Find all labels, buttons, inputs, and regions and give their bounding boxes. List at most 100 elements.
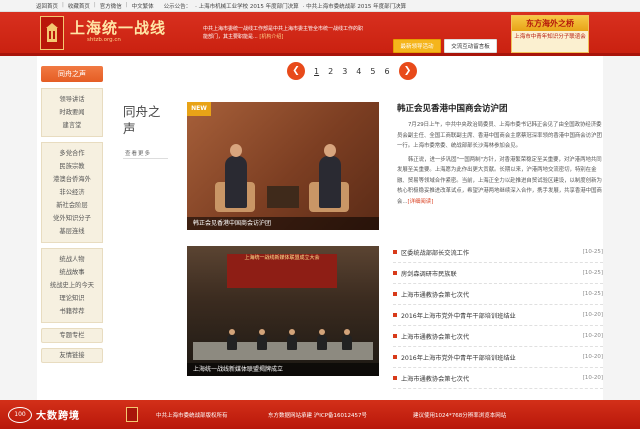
photo-caption[interactable]: 韩正会见香港中国商会访沪团: [187, 217, 379, 230]
nav-item[interactable]: 领导讲话: [42, 93, 102, 106]
list-item[interactable]: 上海市通教协会第七次代 [10-25]: [393, 284, 603, 305]
read-more-link[interactable]: [详细阅读]: [408, 199, 434, 205]
list-item[interactable]: 上海市通教协会第七次代 [10-20]: [393, 368, 603, 389]
nav-item[interactable]: 港澳台侨海外: [42, 173, 102, 186]
news-date: [10-25]: [582, 270, 603, 276]
news-list: 区委统战部部长交流工作 [10-25] 房剑森调研市民族联 [10-25] 上海…: [393, 242, 603, 389]
list-item[interactable]: 房剑森调研市民族联 [10-25]: [393, 263, 603, 284]
header-description: 中共上海市委统一战线工作部是中共上海市委主管全市统一战线工作的职能部门，其主要职…: [203, 25, 365, 41]
list-item[interactable]: 区委统战部部长交流工作 [10-25]: [393, 242, 603, 263]
nav-item[interactable]: 时政要闻: [42, 106, 102, 119]
nav-item[interactable]: 建言堂: [42, 119, 102, 132]
logo-emblem-icon[interactable]: [40, 16, 64, 50]
nav-item[interactable]: 新社会阶层: [42, 199, 102, 212]
news-title[interactable]: 房剑森调研市民族联: [393, 269, 457, 278]
attendee-image: [227, 329, 237, 350]
attendee-image: [342, 329, 352, 350]
person-image: [225, 144, 247, 208]
news-title[interactable]: 上海市通教协会第七次代: [393, 374, 469, 383]
news-date: [10-25]: [582, 249, 603, 255]
footer-icp[interactable]: 东方数据网站承建 沪ICP备16012457号: [268, 411, 367, 419]
page-body: ❮ 1 2 3 4 5 6 ❯ 同舟之声 领导讲话 时政要闻 建言堂 多党合作 …: [0, 56, 640, 400]
photo-caption[interactable]: 上海统一战线新媒体联盟揭牌成立: [187, 363, 379, 376]
site-url: shtzb.org.cn: [87, 37, 121, 43]
site-header: 上海统一战线 shtzb.org.cn 中共上海市委统一战线工作部是中共上海市委…: [0, 12, 640, 56]
leader-activity-button[interactable]: 最新领导活动: [393, 39, 441, 53]
news-date: [10-20]: [582, 312, 603, 318]
next-page-icon[interactable]: ❯: [398, 62, 417, 80]
banner-text: 上海统一战线新媒体联盟成立大会: [244, 255, 320, 261]
pagination: ❮ 1 2 3 4 5 6 ❯: [287, 62, 417, 80]
page-number[interactable]: 3: [342, 67, 347, 76]
article-title[interactable]: 韩正会见香港中国商会访沪团: [397, 102, 602, 114]
page-number[interactable]: 4: [356, 67, 361, 76]
traditional-chinese-link[interactable]: 中文繁体: [132, 2, 154, 10]
news-title[interactable]: 2016年上海市党外中青年干部培训班结业: [393, 353, 516, 362]
watermark-logo-icon: 100: [8, 406, 32, 423]
content-wrapper: ❮ 1 2 3 4 5 6 ❯ 同舟之声 领导讲话 时政要闻 建言堂 多党合作 …: [37, 56, 603, 400]
promo-subtitle: 上海市中青年知识分子联谊会: [514, 34, 586, 40]
section-title: 同舟之声: [123, 104, 161, 136]
news-title[interactable]: 上海市通教协会第七次代: [393, 332, 469, 341]
left-navigation: 同舟之声 领导讲话 时政要闻 建言堂 多党合作 民族宗教 港澳台侨海外 非公经济…: [41, 66, 103, 368]
nav-current-section[interactable]: 同舟之声: [41, 66, 103, 82]
page-number[interactable]: 1: [314, 67, 319, 76]
nav-item[interactable]: 党外知识分子: [42, 212, 102, 225]
nav-item[interactable]: 多党合作: [42, 147, 102, 160]
event-photo[interactable]: 上海统一战线新媒体联盟成立大会 上海统一战线新媒体联盟揭牌成立: [187, 246, 379, 376]
promo-title: 东方海外之桥: [512, 16, 588, 31]
promo-banner[interactable]: 东方海外之桥 上海市中青年知识分子联谊会: [511, 15, 589, 53]
attendee-image: [257, 329, 267, 350]
side-table-image: [267, 186, 299, 208]
notice-ticker: 公示公告： · 上海市机械工业学校 2015 年度部门决算 · 中共上海市委统战…: [164, 2, 407, 10]
org-intro-link[interactable]: [机构介绍]: [259, 34, 283, 40]
nav-item[interactable]: 基层连线: [42, 225, 102, 238]
utility-links: 返回首页 | 收藏首页 | 官方微信 | 中文繁体: [36, 1, 154, 10]
nav-item[interactable]: 非公经济: [42, 186, 102, 199]
nav-special-topics[interactable]: 专题专栏: [41, 328, 103, 343]
watermark: 100 大数跨境: [0, 400, 80, 429]
person-image: [319, 144, 341, 208]
news-date: [10-25]: [582, 291, 603, 297]
nav-item[interactable]: 民族宗教: [42, 160, 102, 173]
footer-copyright: 中共上海市委统战部版权所有: [156, 413, 228, 419]
news-date: [10-20]: [582, 354, 603, 360]
notice-label: 公示公告：: [163, 3, 192, 10]
list-item[interactable]: 2016年上海市党外中青年干部培训班结业 [10-20]: [393, 305, 603, 326]
nav-item[interactable]: 理论知识: [42, 292, 102, 305]
notice-item[interactable]: · 中共上海市委统战部 2015 年度部门决算: [303, 2, 407, 10]
message-board-button[interactable]: 交流互动留言板: [444, 39, 497, 53]
notice-item[interactable]: · 上海市机械工业学校 2015 年度部门决算: [195, 2, 299, 10]
nav-group: 多党合作 民族宗教 港澳台侨海外 非公经济 新社会阶层 党外知识分子 基层连线: [41, 142, 103, 243]
home-link[interactable]: 返回首页: [36, 2, 58, 10]
news-title[interactable]: 上海市通教协会第七次代: [393, 290, 469, 299]
nav-item[interactable]: 统战史上的今天: [42, 279, 102, 292]
featured-photo[interactable]: NEW 韩正会见香港中国商会访沪团: [187, 102, 379, 230]
article-paragraph: 韩正说，进一步巩固"一国两制"方针，对香港繁荣稳定至关重要，对沪港两地共同发展至…: [397, 155, 602, 208]
page-number[interactable]: 5: [370, 67, 375, 76]
list-item[interactable]: 2016年上海市党外中青年干部培训班结业 [10-20]: [393, 347, 603, 368]
wechat-link[interactable]: 官方微信: [100, 2, 122, 10]
footer-emblem-icon: [126, 407, 138, 422]
news-title[interactable]: 区委统战部部长交流工作: [393, 248, 469, 257]
bookmark-link[interactable]: 收藏首页: [68, 2, 90, 10]
nav-item[interactable]: 统战人物: [42, 253, 102, 266]
article-paragraph-text: 韩正说，进一步巩固"一国两制"方针，对香港繁荣稳定至关重要，对沪港两地共同发展至…: [397, 156, 602, 205]
nav-friend-links[interactable]: 友情链接: [41, 348, 103, 363]
nav-item[interactable]: 书籍荐荐: [42, 305, 102, 318]
watermark-text: 大数跨境: [36, 411, 80, 422]
list-item[interactable]: 上海市通教协会第七次代 [10-20]: [393, 326, 603, 347]
news-title[interactable]: 2016年上海市党外中青年干部培训班结业: [393, 311, 516, 320]
lead-article: 韩正会见香港中国商会访沪团 7月29日上午，中共中央政治局委员、上海市委书记韩正…: [397, 102, 602, 210]
attendee-image: [317, 329, 327, 350]
site-title[interactable]: 上海统一战线: [70, 17, 166, 38]
page-number[interactable]: 6: [384, 67, 389, 76]
news-date: [10-20]: [582, 375, 603, 381]
top-utility-bar: 返回首页 | 收藏首页 | 官方微信 | 中文繁体 公示公告： · 上海市机械工业学校…: [0, 0, 640, 12]
prev-page-icon[interactable]: ❮: [287, 62, 305, 80]
view-more-link[interactable]: 查看更多: [125, 149, 151, 157]
page-number[interactable]: 2: [328, 67, 333, 76]
nav-item[interactable]: 统战故事: [42, 266, 102, 279]
section-divider: [123, 158, 168, 159]
new-badge: NEW: [187, 102, 211, 116]
